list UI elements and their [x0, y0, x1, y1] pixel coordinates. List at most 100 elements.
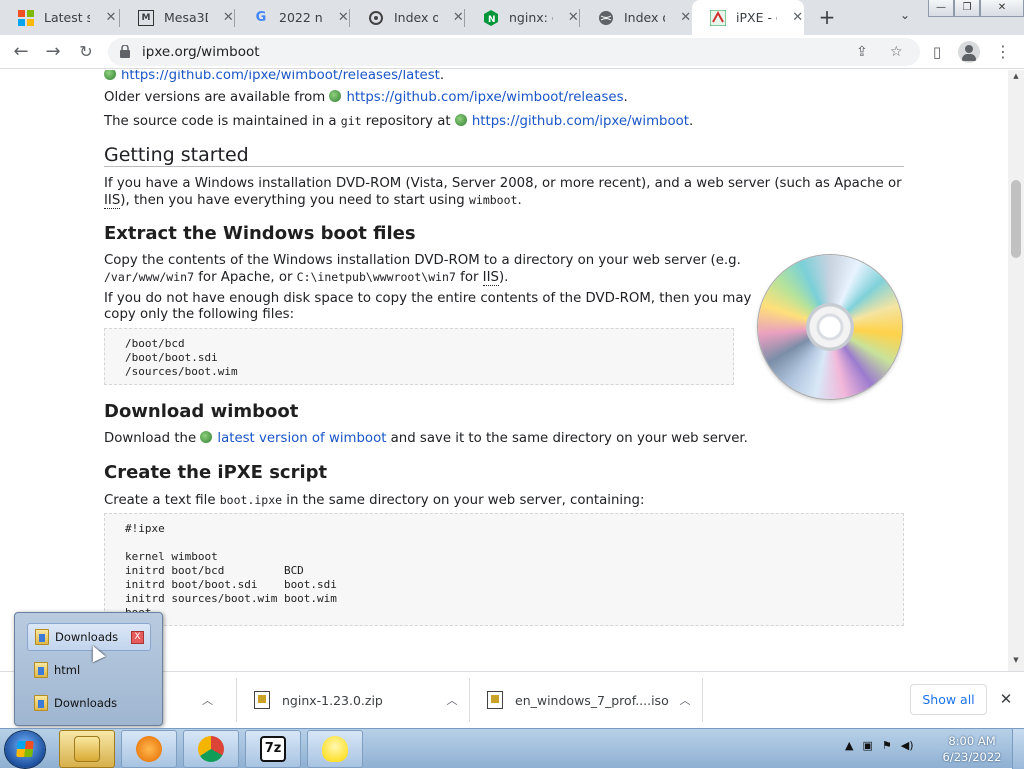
back-button[interactable]: ←	[10, 41, 32, 63]
heading-extract: Extract the Windows boot files	[104, 223, 416, 244]
tab-title: iPXE - op	[736, 10, 777, 25]
show-all-button[interactable]: Show all	[910, 684, 987, 715]
globe-link-icon	[200, 431, 213, 443]
7zip-taskbar-button[interactable]: 7z	[245, 730, 301, 768]
tab-index-of-1[interactable]: Index of ✕	[350, 0, 465, 35]
ipxe-icon	[710, 9, 726, 26]
clock-time: 8:00 AM	[948, 734, 996, 748]
action-center-icon[interactable]: ⚑	[882, 739, 892, 752]
jumplist-item-downloads-2[interactable]: Downloads	[27, 689, 151, 717]
close-icon[interactable]: ✕	[996, 689, 1016, 709]
latest-version-link[interactable]: latest version of wimboot	[217, 431, 386, 446]
close-icon[interactable]: ✕	[104, 10, 118, 25]
close-icon[interactable]: ✕	[222, 10, 235, 25]
scroll-up-icon[interactable]: ▲	[1008, 72, 1024, 86]
chevron-up-icon[interactable]: ︿	[675, 692, 695, 708]
scroll-down-icon[interactable]: ▼	[1008, 656, 1024, 670]
getting-started-para-2: IIS), then you have everything you need …	[104, 193, 522, 209]
tab-search-icon[interactable]: ⌄	[896, 8, 914, 26]
minimize-button[interactable]: —	[928, 0, 954, 17]
folder-icon	[74, 736, 100, 762]
script-para: Create a text file boot.ipxe in the same…	[104, 493, 645, 508]
download-item-nginx[interactable]: nginx-1.23.0.zip ︿	[254, 680, 462, 720]
show-desktop-button[interactable]	[1012, 729, 1024, 769]
close-icon[interactable]: ✕	[567, 10, 580, 25]
window-controls: — ❐ ✕	[928, 0, 1024, 18]
reload-button[interactable]: ↻	[75, 41, 97, 63]
media-player-taskbar-button[interactable]	[121, 730, 177, 768]
7zip-icon: 7z	[260, 736, 286, 762]
windows-icon	[18, 9, 34, 26]
start-button[interactable]	[5, 731, 45, 768]
window-close-button[interactable]: ✕	[980, 0, 1024, 17]
download-para: Download the latest version of wimboot a…	[104, 431, 748, 446]
system-tray: ▲ ▣ ⚑ ◀)	[845, 739, 914, 752]
jumplist-item-label: html	[54, 663, 81, 677]
clock-date: 6/23/2022	[942, 750, 1002, 764]
system-clock[interactable]: 8:00 AM 6/23/2022	[940, 733, 1004, 765]
tab-ipxe-active[interactable]: iPXE - op ✕	[692, 0, 804, 35]
restore-button[interactable]: ❐	[954, 0, 980, 17]
heading-download: Download wimboot	[104, 401, 299, 422]
tips-taskbar-button[interactable]	[307, 730, 363, 768]
releases-link[interactable]: https://github.com/ipxe/wimboot/releases	[346, 90, 623, 105]
source-code-line: The source code is maintained in a git r…	[104, 114, 694, 129]
jumplist-item-label: Downloads	[54, 696, 118, 710]
network-icon[interactable]: ▣	[862, 739, 872, 752]
mesa3d-icon: M	[138, 9, 154, 26]
vertical-scrollbar[interactable]: ▲ ▼	[1008, 70, 1024, 671]
forward-button[interactable]: →	[42, 41, 64, 63]
chevron-up-icon[interactable]: ︿	[202, 692, 213, 708]
download-name: en_windows_7_prof....iso	[515, 692, 669, 708]
iso-file-icon	[487, 691, 503, 709]
google-icon: G	[255, 10, 267, 25]
menu-icon[interactable]: ⋮	[992, 41, 1014, 63]
close-icon[interactable]: ✕	[337, 10, 350, 25]
jumplist-item-html[interactable]: html	[27, 656, 151, 684]
download-item-windows-iso[interactable]: en_windows_7_prof....iso ︿	[487, 680, 695, 720]
globe-icon	[598, 10, 614, 26]
dvd-image	[758, 255, 902, 399]
bookmark-star-icon[interactable]: ☆	[890, 44, 903, 60]
code-block-files: /boot/bcd /boot/boot.sdi /sources/boot.w…	[104, 328, 734, 385]
code-block-script: #!ipxe kernel wimboot initrd boot/bcd BC…	[104, 513, 904, 626]
folder-icon	[35, 629, 49, 645]
repository-link[interactable]: https://github.com/ipxe/wimboot	[472, 114, 689, 129]
tab-index-of-2[interactable]: Index of ✕	[580, 0, 692, 35]
volume-icon[interactable]: ◀)	[901, 739, 914, 752]
folder-jumplist-popup: Downloads X html Downloads	[14, 612, 163, 726]
tab-title: 2022 nhl	[279, 10, 323, 25]
tab-mesa3d[interactable]: M Mesa3D ✕	[120, 0, 235, 35]
tray-expand-icon[interactable]: ▲	[845, 739, 853, 752]
tab-latest-su[interactable]: Latest su ✕	[0, 0, 120, 35]
close-icon[interactable]: ✕	[791, 10, 804, 25]
code-text: /boot/bcd /boot/boot.sdi /sources/boot.w…	[125, 337, 238, 378]
globe-link-icon	[454, 114, 467, 126]
nginx-icon: N	[483, 9, 499, 26]
tab-title: Index of	[624, 10, 665, 25]
chevron-up-icon[interactable]: ︿	[442, 692, 462, 708]
tab-title: nginx: do	[509, 10, 553, 25]
tab-2022-nhl[interactable]: G 2022 nhl ✕	[235, 0, 350, 35]
extract-para-1b: /var/www/win7 for Apache, or C:\inetpub\…	[104, 270, 509, 286]
new-tab-button[interactable]: +	[816, 6, 838, 28]
side-panel-icon[interactable]: ▯	[926, 41, 948, 63]
tab-nginx[interactable]: N nginx: do ✕	[465, 0, 580, 35]
explorer-taskbar-button[interactable]	[59, 730, 115, 768]
tab-strip: Latest su ✕ M Mesa3D ✕ G 2022 nhl ✕ Inde…	[0, 0, 1024, 35]
releases-latest-link[interactable]: https://github.com/ipxe/wimboot/releases…	[121, 70, 440, 83]
scroll-thumb[interactable]	[1011, 180, 1021, 258]
profile-avatar-icon[interactable]	[958, 41, 980, 63]
heading-rule	[104, 166, 904, 167]
download-separator	[469, 678, 470, 722]
close-icon[interactable]: ✕	[679, 10, 692, 25]
download-name: nginx-1.23.0.zip	[282, 692, 383, 708]
lightbulb-icon	[322, 736, 348, 762]
svg-text:N: N	[488, 15, 496, 25]
share-icon[interactable]: ⇪	[856, 44, 868, 60]
close-icon[interactable]: ✕	[452, 10, 465, 25]
close-icon[interactable]: X	[131, 631, 144, 644]
address-bar[interactable]: ipxe.org/wimboot ⇪ ☆	[108, 38, 920, 66]
chrome-taskbar-button[interactable]	[183, 730, 239, 768]
download-separator	[702, 678, 703, 722]
